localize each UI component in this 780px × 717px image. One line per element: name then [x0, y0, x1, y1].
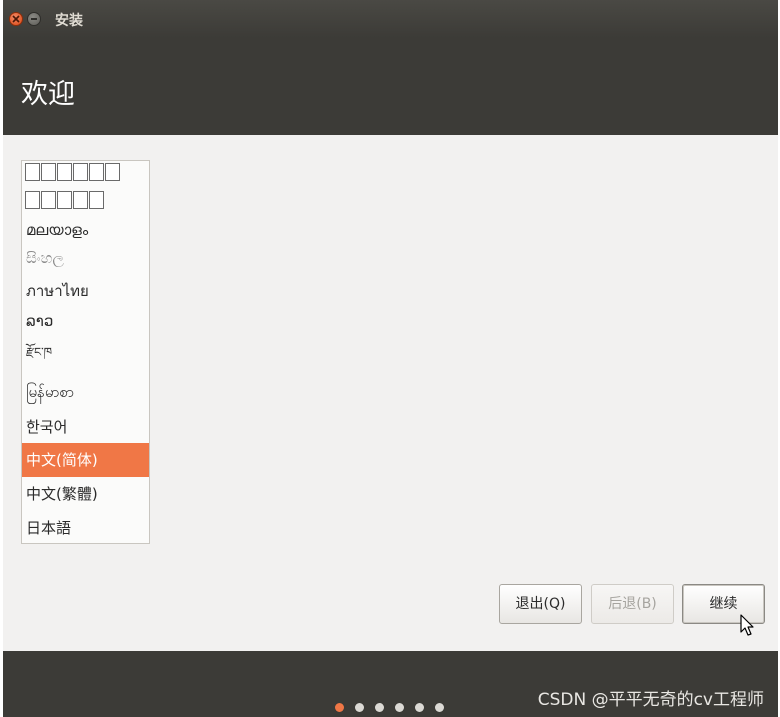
missing-glyph-icon: [105, 163, 120, 181]
watermark-text: CSDN @平平无奇的cv工程师: [537, 690, 764, 710]
language-item[interactable]: 中文(繁體): [22, 477, 149, 511]
language-item[interactable]: සිංහල: [22, 241, 149, 275]
missing-glyph-icon: [41, 163, 56, 181]
footer-bar: CSDN @平平无奇的cv工程师: [3, 651, 778, 717]
language-item[interactable]: 한국어: [22, 410, 149, 444]
progress-dot: [415, 703, 424, 712]
missing-glyph-icon: [57, 191, 72, 209]
missing-glyph-icon: [73, 191, 88, 209]
progress-dots: [335, 703, 444, 712]
language-list[interactable]: മലയാളം සිංහල ภาษาไทย ລາວ རྫོང་ཁ မြန်မာစာ…: [21, 160, 150, 544]
window-title: 安装: [55, 13, 83, 29]
language-item[interactable]: 日本語: [22, 511, 149, 543]
minimize-window-button[interactable]: [27, 12, 41, 26]
minimize-icon: [31, 18, 37, 20]
missing-glyph-icon: [89, 191, 104, 209]
progress-dot: [395, 703, 404, 712]
progress-dot-active: [335, 703, 344, 712]
language-item[interactable]: རྫོང་ཁ: [22, 335, 149, 369]
language-item-selected[interactable]: 中文(简体): [22, 443, 149, 477]
language-item[interactable]: ภาษาไทย: [22, 274, 149, 308]
missing-glyph-icon: [25, 191, 40, 209]
installer-window: 安装 欢迎 മലയാളം සිංහල ภาษาไทย ລາວ རྫོང་ཁ မြ…: [3, 0, 778, 717]
language-item[interactable]: မြန်မာစာ: [22, 375, 149, 409]
missing-glyph-icon: [89, 163, 104, 181]
missing-glyph-icon: [73, 163, 88, 181]
quit-button[interactable]: 退出(Q): [499, 584, 582, 624]
progress-dot: [375, 703, 384, 712]
missing-glyph-icon: [25, 163, 40, 181]
progress-dot: [435, 703, 444, 712]
title-bar: 安装: [3, 0, 778, 38]
progress-dot: [355, 703, 364, 712]
unrendered-language-item[interactable]: [25, 163, 120, 181]
unrendered-language-item[interactable]: [25, 191, 104, 209]
mouse-pointer-icon: [740, 614, 754, 636]
missing-glyph-icon: [57, 163, 72, 181]
page-title: 欢迎: [21, 79, 75, 110]
close-window-button[interactable]: [9, 12, 23, 26]
page-header: 欢迎: [3, 38, 778, 135]
missing-glyph-icon: [41, 191, 56, 209]
close-icon: [12, 15, 20, 23]
language-item[interactable]: ລາວ: [22, 304, 149, 338]
back-button[interactable]: 后退(B): [591, 584, 674, 624]
